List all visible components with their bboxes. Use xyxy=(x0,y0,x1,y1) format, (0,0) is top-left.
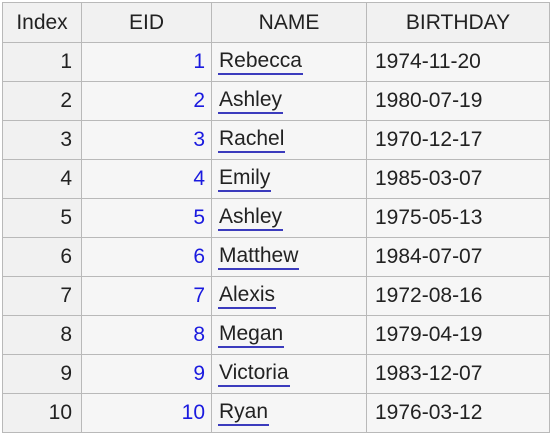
name-cell[interactable]: Ashley xyxy=(211,198,367,238)
name-cell[interactable]: Megan xyxy=(211,315,367,355)
birthday-cell[interactable]: 1980-07-19 xyxy=(366,81,550,121)
birthday-cell[interactable]: 1974-11-20 xyxy=(366,42,550,82)
birthday-cell[interactable]: 1984-07-07 xyxy=(366,237,550,277)
eid-cell[interactable]: 7 xyxy=(81,276,212,316)
name-link[interactable]: Emily xyxy=(218,166,272,192)
row-index: 2 xyxy=(2,81,82,121)
eid-cell[interactable]: 1 xyxy=(81,42,212,82)
row-index: 6 xyxy=(2,237,82,277)
eid-cell[interactable]: 10 xyxy=(81,393,212,433)
table-row[interactable]: 1 1 Rebecca 1974-11-20 xyxy=(2,42,550,82)
header-row: Index EID NAME BIRTHDAY xyxy=(2,2,550,43)
row-index: 4 xyxy=(2,159,82,199)
name-cell[interactable]: Alexis xyxy=(211,276,367,316)
table-row[interactable]: 3 3 Rachel 1970-12-17 xyxy=(2,120,550,160)
table-body: 1 1 Rebecca 1974-11-20 2 2 Ashley 1980-0… xyxy=(2,42,550,433)
birthday-cell[interactable]: 1979-04-19 xyxy=(366,315,550,355)
birthday-cell[interactable]: 1975-05-13 xyxy=(366,198,550,238)
name-cell[interactable]: Ashley xyxy=(211,81,367,121)
column-header-birthday[interactable]: BIRTHDAY xyxy=(366,2,550,43)
table-row[interactable]: 5 5 Ashley 1975-05-13 xyxy=(2,198,550,238)
column-header-eid[interactable]: EID xyxy=(81,2,212,43)
eid-cell[interactable]: 5 xyxy=(81,198,212,238)
name-cell[interactable]: Victoria xyxy=(211,354,367,394)
name-cell[interactable]: Emily xyxy=(211,159,367,199)
row-index: 1 xyxy=(2,42,82,82)
birthday-cell[interactable]: 1983-12-07 xyxy=(366,354,550,394)
table-row[interactable]: 7 7 Alexis 1972-08-16 xyxy=(2,276,550,316)
name-link[interactable]: Rebecca xyxy=(218,49,303,75)
name-cell[interactable]: Rebecca xyxy=(211,42,367,82)
row-index: 3 xyxy=(2,120,82,160)
name-link[interactable]: Ashley xyxy=(218,88,284,114)
name-link[interactable]: Ryan xyxy=(218,400,270,426)
name-link[interactable]: Victoria xyxy=(218,361,290,387)
table-row[interactable]: 6 6 Matthew 1984-07-07 xyxy=(2,237,550,277)
row-index: 10 xyxy=(2,393,82,433)
name-cell[interactable]: Rachel xyxy=(211,120,367,160)
birthday-cell[interactable]: 1985-03-07 xyxy=(366,159,550,199)
eid-cell[interactable]: 9 xyxy=(81,354,212,394)
name-link[interactable]: Alexis xyxy=(218,283,277,309)
column-header-index[interactable]: Index xyxy=(2,2,82,43)
row-index: 9 xyxy=(2,354,82,394)
row-index: 5 xyxy=(2,198,82,238)
name-link[interactable]: Ashley xyxy=(218,205,284,231)
birthday-cell[interactable]: 1972-08-16 xyxy=(366,276,550,316)
row-index: 7 xyxy=(2,276,82,316)
name-cell[interactable]: Matthew xyxy=(211,237,367,277)
row-index: 8 xyxy=(2,315,82,355)
table-row[interactable]: 4 4 Emily 1985-03-07 xyxy=(2,159,550,199)
name-link[interactable]: Megan xyxy=(218,322,285,348)
table-row[interactable]: 10 10 Ryan 1976-03-12 xyxy=(2,393,550,433)
eid-cell[interactable]: 3 xyxy=(81,120,212,160)
data-table: Index EID NAME BIRTHDAY 1 1 Rebecca 1974… xyxy=(2,2,550,433)
eid-cell[interactable]: 8 xyxy=(81,315,212,355)
name-link[interactable]: Rachel xyxy=(218,127,286,153)
birthday-cell[interactable]: 1970-12-17 xyxy=(366,120,550,160)
name-cell[interactable]: Ryan xyxy=(211,393,367,433)
eid-cell[interactable]: 2 xyxy=(81,81,212,121)
table-row[interactable]: 2 2 Ashley 1980-07-19 xyxy=(2,81,550,121)
name-link[interactable]: Matthew xyxy=(218,244,300,270)
eid-cell[interactable]: 6 xyxy=(81,237,212,277)
table-row[interactable]: 9 9 Victoria 1983-12-07 xyxy=(2,354,550,394)
table-row[interactable]: 8 8 Megan 1979-04-19 xyxy=(2,315,550,355)
eid-cell[interactable]: 4 xyxy=(81,159,212,199)
birthday-cell[interactable]: 1976-03-12 xyxy=(366,393,550,433)
column-header-name[interactable]: NAME xyxy=(211,2,367,43)
table-header: Index EID NAME BIRTHDAY xyxy=(2,2,550,43)
